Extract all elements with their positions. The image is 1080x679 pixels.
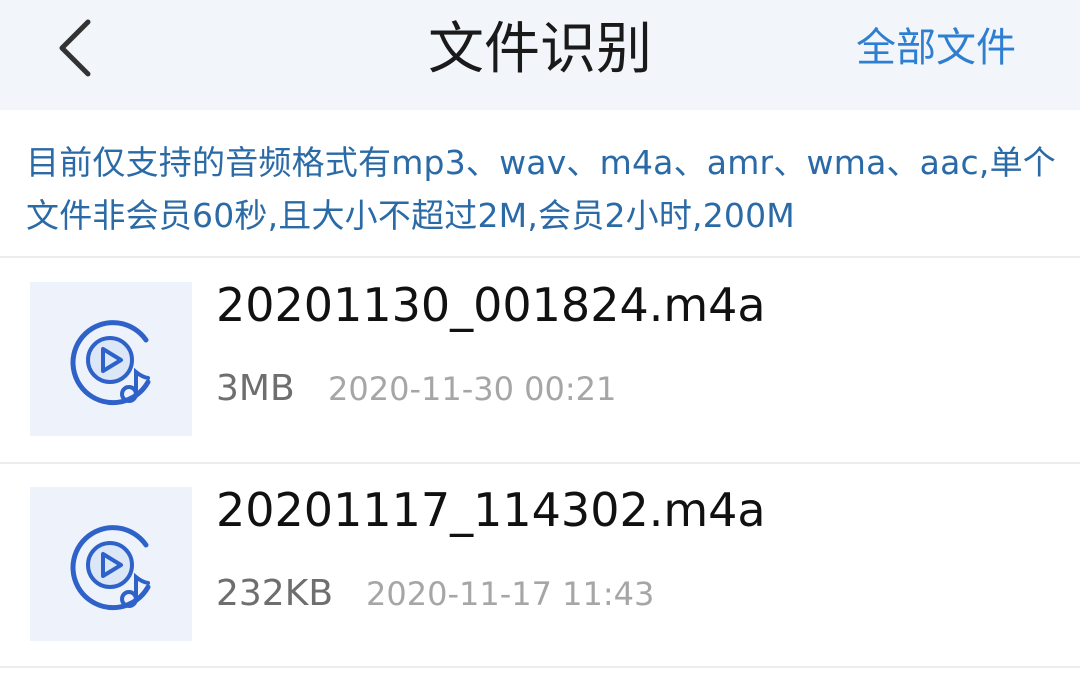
- file-size: 3MB: [216, 368, 295, 409]
- file-date: 2020-11-17 11:43: [366, 575, 655, 613]
- divider: [0, 666, 1080, 668]
- header-bar: 文件识别 全部文件: [0, 0, 1080, 110]
- all-files-link[interactable]: 全部文件: [856, 0, 1016, 96]
- file-list-item[interactable]: 20201117_114302.m4a 232KB 2020-11-17 11:…: [0, 465, 1080, 669]
- back-button[interactable]: [50, 16, 110, 80]
- file-list-item[interactable]: 20201130_001824.m4a 3MB 2020-11-30 00:21: [0, 260, 1080, 464]
- file-size: 232KB: [216, 573, 334, 614]
- file-name: 20201117_114302.m4a: [216, 483, 766, 537]
- format-notice: 目前仅支持的音频格式有mp3、wav、m4a、amr、wma、aac,单个文件非…: [26, 143, 1056, 235]
- audio-file-icon: [70, 525, 151, 611]
- file-name: 20201130_001824.m4a: [216, 278, 766, 332]
- file-date: 2020-11-30 00:21: [328, 370, 617, 408]
- chevron-left-icon: [59, 19, 91, 77]
- file-thumbnail: [30, 282, 192, 436]
- file-thumbnail: [30, 487, 192, 641]
- audio-file-icon: [70, 320, 151, 406]
- divider: [0, 256, 1080, 258]
- divider: [0, 462, 1080, 464]
